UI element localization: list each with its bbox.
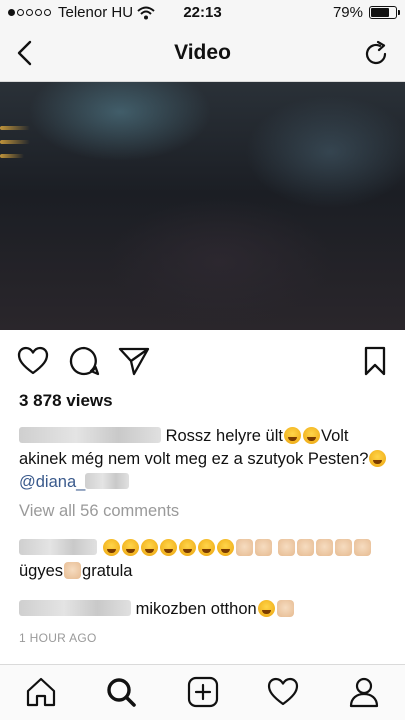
clapping-hands-emoji-icon: [276, 600, 294, 617]
blurred-mention: [85, 473, 130, 489]
blurred-username[interactable]: [19, 600, 131, 616]
comment-item: mikozben otthon: [19, 598, 389, 621]
comment-text-2: gratula: [82, 562, 133, 580]
view-count: 3 878 views: [19, 391, 113, 410]
status-bar: Telenor HU 22:13 79%: [0, 0, 405, 26]
page-title: Video: [174, 41, 231, 64]
caption: Rossz helyre ült Volt akinek még nem volt…: [19, 425, 389, 494]
send-icon[interactable]: [117, 344, 151, 378]
nav-bar: Video: [0, 26, 405, 82]
refresh-icon[interactable]: [363, 39, 391, 69]
comment-text: ügyes: [19, 562, 64, 580]
add-icon[interactable]: [186, 675, 220, 709]
laughing-emoji-icon: [283, 427, 301, 444]
video-frame-detail: [0, 126, 30, 130]
heart-icon[interactable]: [16, 344, 50, 378]
laughing-emoji-icon: [102, 539, 120, 556]
fist-emoji-icon: [297, 539, 315, 556]
blurred-username[interactable]: [19, 539, 97, 555]
home-icon[interactable]: [24, 675, 58, 709]
fist-emoji-icon: [335, 539, 353, 556]
view-all-comments-link[interactable]: View all 56 comments: [19, 502, 179, 521]
raised-hands-emoji-icon: [64, 562, 82, 579]
laughing-emoji-icon: [121, 539, 139, 556]
activity-icon[interactable]: [266, 675, 300, 709]
profile-icon[interactable]: [347, 675, 381, 709]
bookmark-icon[interactable]: [358, 344, 392, 378]
laughing-emoji-icon: [197, 539, 215, 556]
comment-item: ügyes gratula: [19, 537, 389, 583]
laughing-emoji-icon: [216, 539, 234, 556]
video-frame-detail: [0, 140, 30, 144]
battery-icon: [369, 6, 400, 19]
search-icon[interactable]: [104, 675, 138, 709]
post-actions: [0, 342, 405, 382]
comment-icon[interactable]: [67, 344, 101, 378]
fist-emoji-icon: [316, 539, 334, 556]
laughing-emoji-icon: [257, 600, 275, 617]
laughing-emoji-icon: [178, 539, 196, 556]
caption-text-1: Rossz helyre ült: [165, 427, 283, 445]
flexed-biceps-emoji-icon: [278, 539, 296, 556]
video-frame-detail: [0, 154, 24, 158]
fist-emoji-icon: [354, 539, 372, 556]
comment-text: mikozben otthon: [135, 600, 257, 618]
battery-percent: 79%: [332, 4, 363, 21]
mention-link[interactable]: @diana_: [19, 473, 85, 491]
laughing-emoji-icon: [159, 539, 177, 556]
blurred-username[interactable]: [19, 427, 161, 443]
flexed-biceps-emoji-icon: [254, 539, 272, 556]
flexed-biceps-emoji-icon: [235, 539, 253, 556]
video-player[interactable]: [0, 82, 405, 330]
laughing-emoji-icon: [140, 539, 158, 556]
laughing-emoji-icon: [369, 450, 387, 467]
post-timestamp: 1 HOUR AGO: [19, 631, 97, 645]
tab-bar: [0, 664, 405, 720]
laughing-emoji-icon: [302, 427, 320, 444]
